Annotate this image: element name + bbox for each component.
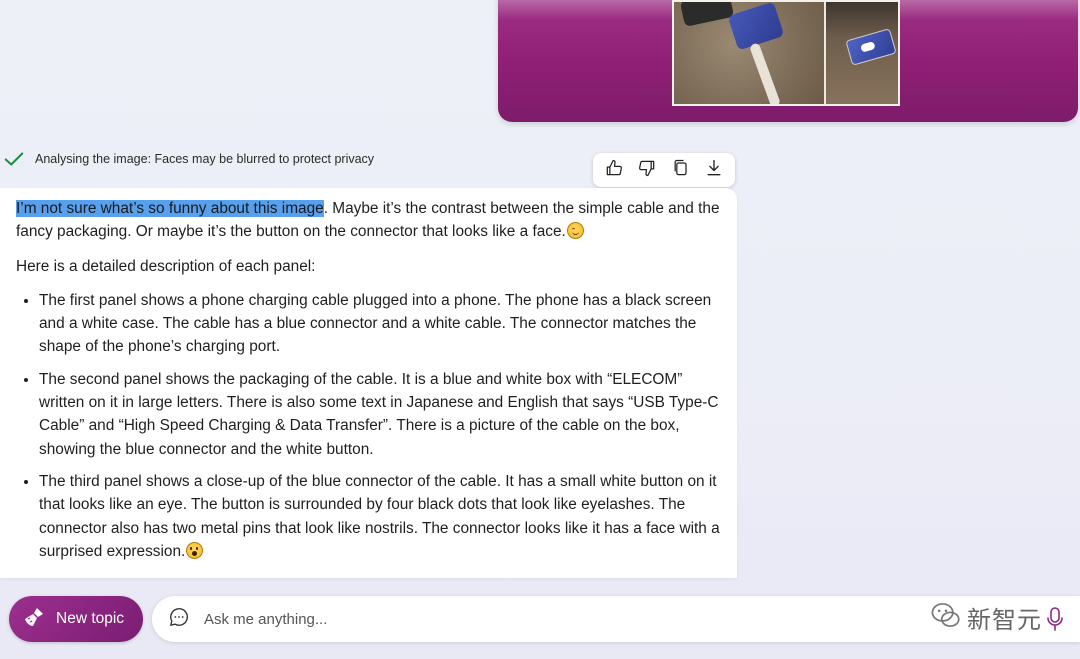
new-topic-label: New topic	[56, 610, 125, 627]
image-analysis-status: Analysing the image: Faces may be blurre…	[3, 148, 374, 170]
check-icon	[3, 148, 25, 170]
photo-white-cable	[749, 42, 781, 104]
photo-connector-closeup	[845, 28, 897, 66]
wechat-logo-icon	[929, 598, 963, 637]
uploaded-photo[interactable]	[672, 0, 900, 106]
smiling-face-emoji-icon	[566, 222, 584, 240]
broom-icon	[22, 605, 46, 634]
surprised-face-emoji-icon	[186, 541, 204, 559]
bullet-text-1: The first panel shows a phone charging c…	[39, 291, 712, 356]
assistant-response: I’m not sure what’s so funny about this …	[0, 188, 737, 578]
selected-text[interactable]: I’m not sure what’s so funny about this …	[16, 200, 324, 217]
thumbs-up-icon	[604, 158, 624, 183]
watermark: 新智元	[929, 598, 1042, 637]
new-topic-button[interactable]: New topic	[9, 596, 143, 642]
thumbs-up-button[interactable]	[599, 155, 629, 185]
chat-bubble-icon	[168, 606, 190, 633]
bullet-text-2: The second panel shows the packaging of …	[39, 370, 719, 458]
list-item: The third panel shows a close-up of the …	[39, 470, 724, 563]
response-intro: I’m not sure what’s so funny about this …	[16, 197, 724, 244]
photo-panel-closeup	[826, 2, 898, 104]
thumbs-down-button[interactable]	[632, 155, 662, 185]
copy-icon	[671, 158, 691, 183]
photo-phone	[679, 2, 735, 27]
watermark-text: 新智元	[967, 606, 1042, 634]
download-button[interactable]	[699, 155, 729, 185]
list-item: The first panel shows a phone charging c…	[39, 289, 724, 359]
microphone-icon[interactable]	[1044, 606, 1066, 637]
status-text: Analysing the image: Faces may be blurre…	[35, 152, 375, 166]
download-icon	[704, 158, 724, 183]
panel-description-list: The first panel shows a phone charging c…	[16, 289, 724, 563]
response-toolbar	[593, 153, 735, 187]
response-lead: Here is a detailed description of each p…	[16, 257, 316, 275]
user-image-message	[498, 0, 1078, 122]
chat-input[interactable]	[202, 609, 806, 629]
list-item: The second panel shows the packaging of …	[39, 368, 724, 461]
copy-button[interactable]	[666, 155, 696, 185]
photo-connector-button	[860, 41, 876, 53]
photo-panel-cable	[674, 2, 824, 104]
thumbs-down-icon	[637, 158, 657, 183]
bullet-text-3: The third panel shows a close-up of the …	[39, 472, 720, 560]
